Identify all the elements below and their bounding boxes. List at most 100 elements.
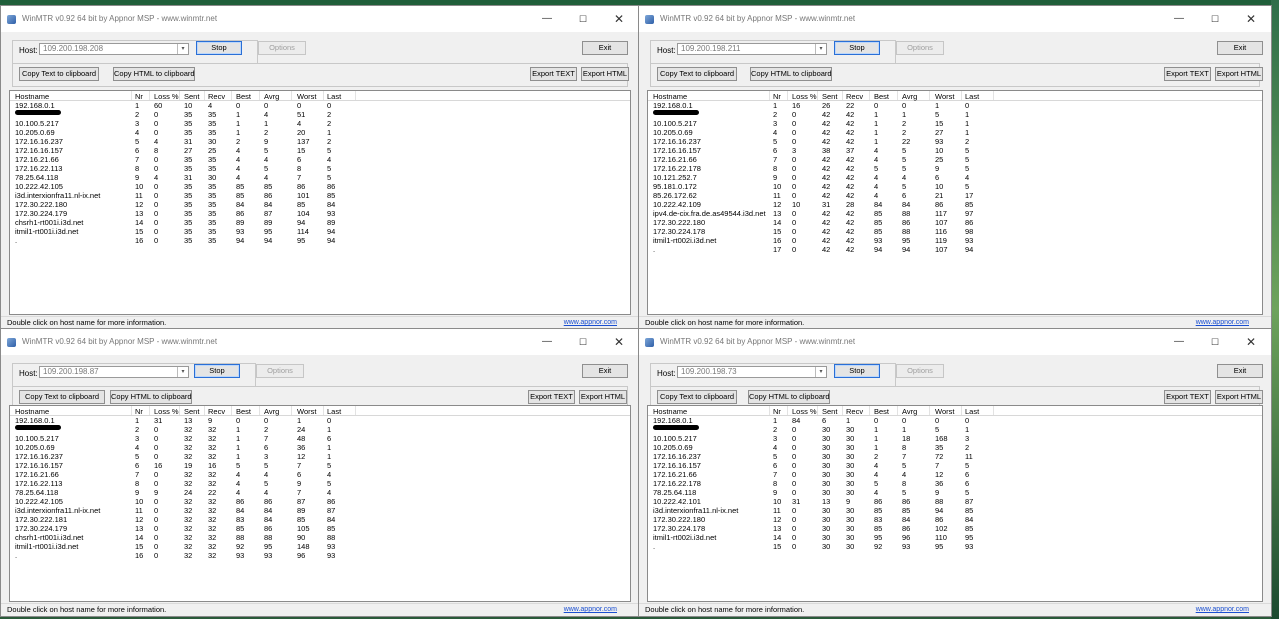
- column-header-last[interactable]: Last: [327, 92, 341, 101]
- column-separator[interactable]: [897, 406, 898, 415]
- column-separator[interactable]: [231, 91, 232, 100]
- table-row[interactable]: 172.30.222.181 12 0 32 32 83 84 85 84: [10, 515, 630, 524]
- chevron-down-icon[interactable]: ▾: [815, 367, 826, 377]
- table-row[interactable]: 10.205.0.69 4 0 42 42 1 2 27 1: [648, 128, 1262, 137]
- column-separator[interactable]: [149, 91, 150, 100]
- column-header-avrg[interactable]: Avrg: [264, 92, 279, 101]
- chevron-down-icon[interactable]: ▾: [815, 44, 826, 54]
- table-row[interactable]: 172.16.22.178 8 0 42 42 5 5 9 5: [648, 164, 1262, 173]
- column-header-nr[interactable]: Nr: [773, 92, 781, 101]
- column-separator[interactable]: [355, 91, 356, 100]
- column-header-hostname[interactable]: Hostname: [653, 92, 687, 101]
- column-header-avrg[interactable]: Avrg: [902, 92, 917, 101]
- copy-text-button[interactable]: Copy Text to clipboard: [19, 390, 105, 404]
- copy-html-button[interactable]: Copy HTML to clipboard: [748, 390, 830, 404]
- table-row[interactable]: 172.16.16.237 5 4 31 30 2 9 137 2: [10, 137, 630, 146]
- column-separator[interactable]: [323, 406, 324, 415]
- table-row[interactable]: itmil1-rt002i.i3d.net 14 0 30 30 95 96 110 95: [648, 533, 1262, 542]
- column-header-recv[interactable]: Recv: [208, 92, 225, 101]
- table-row[interactable]: 2 0 35 35 1 4 51 2: [10, 110, 630, 119]
- close-icon[interactable]: ✕: [1237, 10, 1265, 28]
- table-row[interactable]: 10.222.42.105 10 0 32 32 86 86 87 86: [10, 497, 630, 506]
- column-separator[interactable]: [291, 406, 292, 415]
- table-row[interactable]: 10.222.42.109 12 10 31 28 84 84 86 85: [648, 200, 1262, 209]
- column-header-sent[interactable]: Sent: [184, 407, 199, 416]
- table-row[interactable]: itmil1-rt001i.i3d.net 15 0 35 35 93 95 114 94: [10, 227, 630, 236]
- column-header-sent[interactable]: Sent: [822, 407, 837, 416]
- column-separator[interactable]: [131, 91, 132, 100]
- column-separator[interactable]: [961, 91, 962, 100]
- column-separator[interactable]: [787, 91, 788, 100]
- title-bar[interactable]: WinMTR v0.92 64 bit by Appnor MSP - www.…: [639, 329, 1271, 355]
- export-html-button[interactable]: Export HTML: [581, 67, 629, 81]
- table-row[interactable]: 172.16.16.237 5 0 42 42 1 22 93 2: [648, 137, 1262, 146]
- results-table[interactable]: Hostname Nr Loss % Sent Recv Best Avrg Worst Las…: [9, 90, 631, 315]
- table-row[interactable]: 172.16.16.157 6 8 27 25 4 5 15 5: [10, 146, 630, 155]
- title-bar[interactable]: WinMTR v0.92 64 bit by Appnor MSP - www.…: [639, 6, 1271, 32]
- maximize-icon[interactable]: ☐: [569, 333, 597, 351]
- title-bar[interactable]: WinMTR v0.92 64 bit by Appnor MSP - www.…: [1, 329, 639, 355]
- export-text-button[interactable]: Export TEXT: [528, 390, 575, 404]
- column-separator[interactable]: [131, 406, 132, 415]
- exit-button[interactable]: Exit: [582, 41, 628, 55]
- column-separator[interactable]: [869, 406, 870, 415]
- export-text-button[interactable]: Export TEXT: [1164, 67, 1211, 81]
- column-separator[interactable]: [869, 91, 870, 100]
- column-header-last[interactable]: Last: [965, 407, 979, 416]
- table-row[interactable]: 78.25.64.118 9 4 31 30 4 4 7 5: [10, 173, 630, 182]
- column-header-worst[interactable]: Worst: [297, 407, 316, 416]
- export-html-button[interactable]: Export HTML: [579, 390, 627, 404]
- results-table[interactable]: Hostname Nr Loss % Sent Recv Best Avrg Worst Las…: [9, 405, 631, 602]
- export-text-button[interactable]: Export TEXT: [530, 67, 577, 81]
- options-button[interactable]: Options: [256, 364, 304, 378]
- chevron-down-icon[interactable]: ▾: [177, 44, 188, 54]
- column-separator[interactable]: [929, 91, 930, 100]
- column-separator[interactable]: [259, 91, 260, 100]
- column-header-loss[interactable]: Loss %: [792, 407, 817, 416]
- column-header-hostname[interactable]: Hostname: [15, 92, 49, 101]
- column-header-last[interactable]: Last: [327, 407, 341, 416]
- table-row[interactable]: . 17 0 42 42 94 94 107 94: [648, 245, 1262, 254]
- table-row[interactable]: 10.100.5.217 3 0 35 35 1 1 4 2: [10, 119, 630, 128]
- table-row[interactable]: 172.16.22.178 8 0 30 30 5 8 36 6: [648, 479, 1262, 488]
- column-header-best[interactable]: Best: [236, 407, 251, 416]
- maximize-icon[interactable]: ☐: [1201, 10, 1229, 28]
- close-icon[interactable]: ✕: [605, 333, 633, 351]
- appnor-link[interactable]: www.appnor.com: [1196, 606, 1249, 613]
- table-row[interactable]: 10.205.0.69 4 0 32 32 1 6 36 1: [10, 443, 630, 452]
- column-header-avrg[interactable]: Avrg: [902, 407, 917, 416]
- copy-text-button[interactable]: Copy Text to clipboard: [657, 67, 737, 81]
- chevron-down-icon[interactable]: ▾: [177, 367, 188, 377]
- winmtr-window-2[interactable]: WinMTR v0.92 64 bit by Appnor MSP - www.…: [638, 5, 1272, 330]
- table-row[interactable]: i3d.interxionfra11.nl-ix.net 11 0 32 32 84 84 8…: [10, 506, 630, 515]
- column-header-nr[interactable]: Nr: [135, 92, 143, 101]
- column-header-nr[interactable]: Nr: [135, 407, 143, 416]
- column-separator[interactable]: [179, 406, 180, 415]
- table-row[interactable]: 172.30.222.180 12 0 30 30 83 84 86 84: [648, 515, 1262, 524]
- minimize-icon[interactable]: —: [1165, 10, 1193, 28]
- column-header-loss[interactable]: Loss %: [154, 407, 179, 416]
- column-separator[interactable]: [897, 91, 898, 100]
- column-separator[interactable]: [291, 91, 292, 100]
- table-row[interactable]: . 16 0 32 32 93 93 96 93: [10, 551, 630, 560]
- column-header-best[interactable]: Best: [874, 407, 889, 416]
- table-row[interactable]: 2 0 30 30 1 1 5 1: [648, 425, 1262, 434]
- table-row[interactable]: 10.100.5.217 3 0 32 32 1 7 48 6: [10, 434, 630, 443]
- column-header-best[interactable]: Best: [874, 92, 889, 101]
- export-html-button[interactable]: Export HTML: [1215, 67, 1263, 81]
- table-row[interactable]: 2 0 42 42 1 1 5 1: [648, 110, 1262, 119]
- exit-button[interactable]: Exit: [582, 364, 628, 378]
- stop-button[interactable]: Stop: [834, 41, 880, 55]
- column-separator[interactable]: [231, 406, 232, 415]
- winmtr-window-1[interactable]: WinMTR v0.92 64 bit by Appnor MSP - www.…: [0, 5, 640, 330]
- table-row[interactable]: 172.16.21.66 7 0 35 35 4 4 6 4: [10, 155, 630, 164]
- table-row[interactable]: . 16 0 35 35 94 94 95 94: [10, 236, 630, 245]
- table-row[interactable]: 2 0 32 32 1 2 24 1: [10, 425, 630, 434]
- copy-text-button[interactable]: Copy Text to clipboard: [19, 67, 99, 81]
- column-separator[interactable]: [817, 91, 818, 100]
- column-separator[interactable]: [993, 91, 994, 100]
- export-html-button[interactable]: Export HTML: [1215, 390, 1263, 404]
- column-header-loss[interactable]: Loss %: [792, 92, 817, 101]
- table-row[interactable]: chsrh1-rt001i.i3d.net 14 0 35 35 89 89 94 89: [10, 218, 630, 227]
- table-row[interactable]: 10.100.5.217 3 0 30 30 1 18 168 3: [648, 434, 1262, 443]
